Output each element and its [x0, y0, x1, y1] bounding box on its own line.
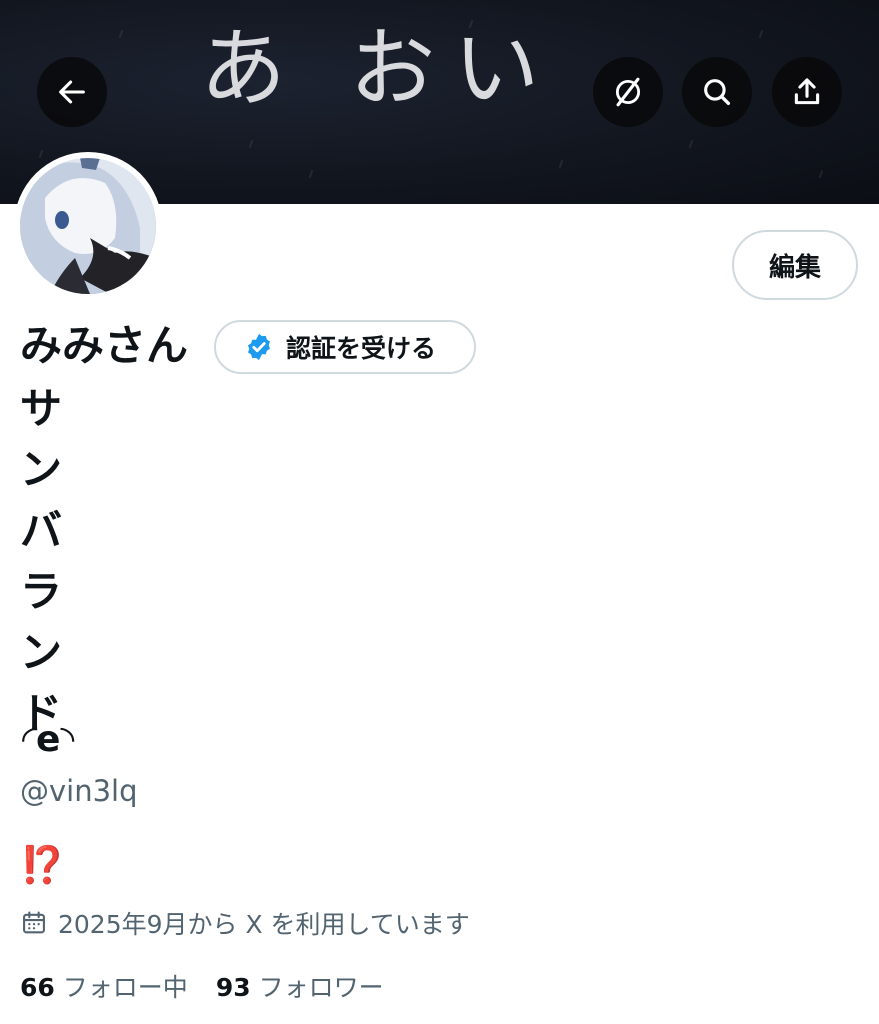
- profile-avatar[interactable]: [14, 152, 162, 300]
- name-char: サ: [20, 384, 63, 433]
- grok-button[interactable]: [593, 57, 663, 127]
- banner-text: あ おい: [200, 19, 558, 119]
- search-icon: [704, 79, 731, 106]
- calendar-icon: [23, 911, 45, 934]
- followers-link[interactable]: フォロワー: [259, 970, 384, 1006]
- following-count[interactable]: 66: [20, 970, 55, 1006]
- profile-handle: @vin3lq: [20, 774, 138, 808]
- avatar-image: [20, 158, 156, 294]
- following-link[interactable]: フォロー中: [63, 970, 188, 1006]
- name-char: ン: [20, 445, 63, 494]
- grok-slash-circle-icon: [615, 77, 641, 107]
- joined-date: 2025年9月から X を利用しています: [20, 905, 470, 941]
- profile-bio: ⁉️: [20, 845, 65, 886]
- get-verified-button[interactable]: 認証を受ける: [214, 320, 476, 374]
- follow-stats: 66 フォロー中 93 フォロワー: [20, 970, 412, 1006]
- arrow-left-icon: [59, 80, 85, 104]
- name-char: バ: [20, 506, 63, 555]
- search-button[interactable]: [682, 57, 752, 127]
- display-name-line-1: みみさん: [20, 321, 189, 370]
- share-upload-icon: [794, 78, 820, 105]
- get-verified-label: 認証を受ける: [286, 334, 437, 363]
- display-name-kaomoji: ◜𝗲◝: [22, 719, 75, 760]
- share-button[interactable]: [772, 57, 842, 127]
- name-char: ン: [20, 628, 63, 677]
- followers-count[interactable]: 93: [216, 970, 251, 1006]
- joined-text: 2025年9月から X を利用しています: [58, 910, 470, 939]
- name-char: ラ: [20, 567, 63, 616]
- verified-badge-icon: [248, 333, 270, 361]
- display-name-vertical: サ ン バ ラ ン ド: [20, 378, 62, 744]
- edit-profile-button[interactable]: 編集: [732, 230, 858, 300]
- back-button[interactable]: [37, 57, 107, 127]
